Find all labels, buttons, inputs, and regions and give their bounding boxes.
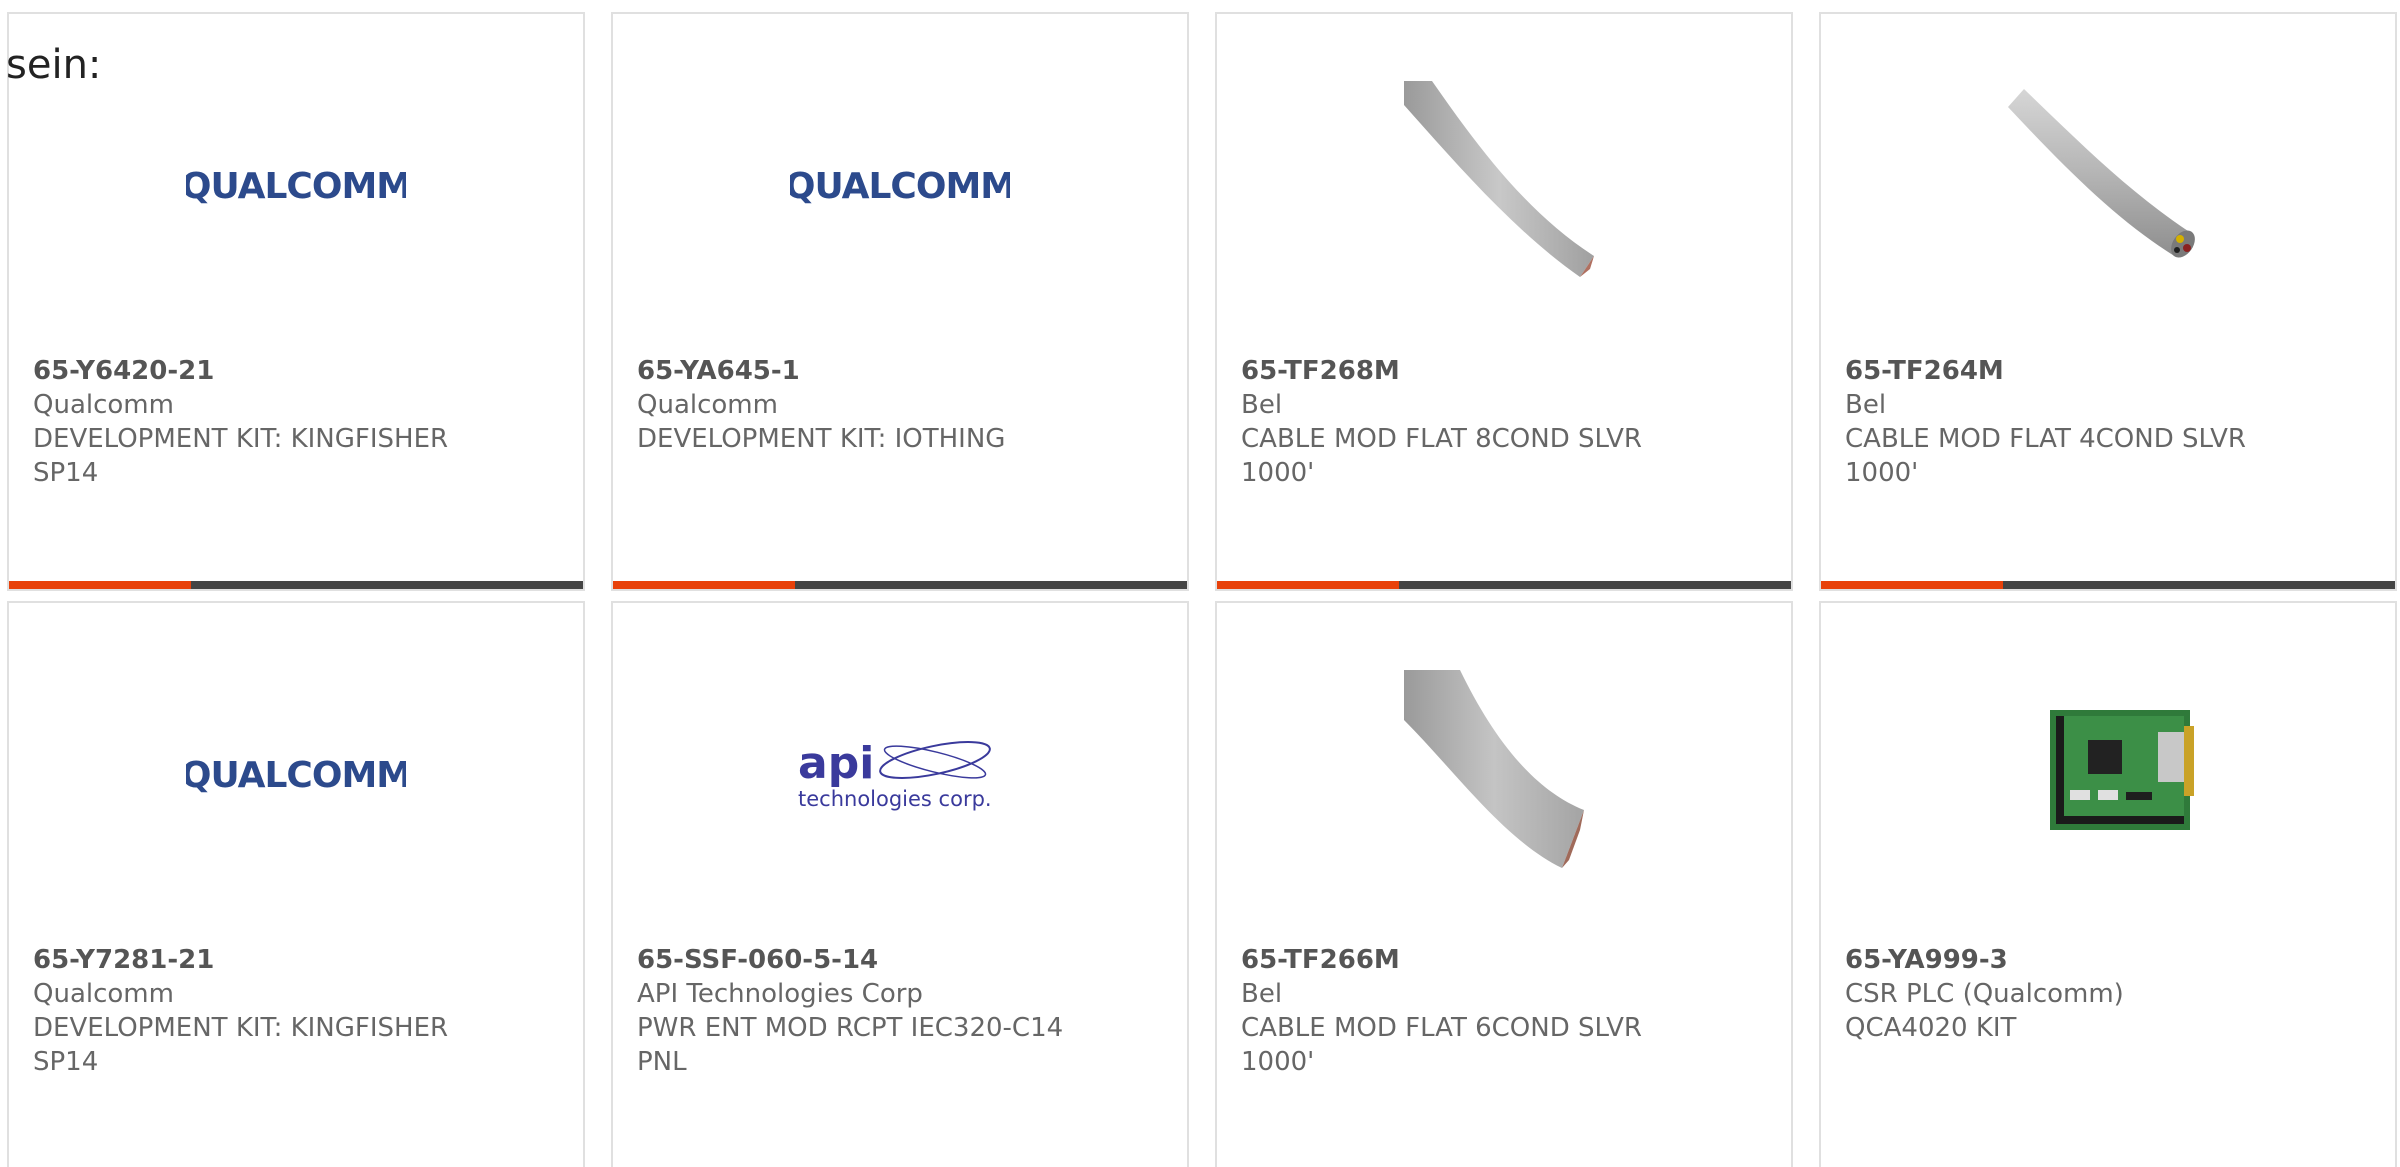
round-cable-icon [2008,89,2195,258]
product-card[interactable]: 65-TF264M Bel CABLE MOD FLAT 4COND SLVR … [1819,12,2397,591]
product-thumbnail[interactable]: QUALCOMM [9,667,583,883]
description: DEVELOPMENT KIT: KINGFISHER SP14 [33,1013,449,1077]
part-number[interactable]: 65-TF264M [1845,354,2371,388]
part-number[interactable]: 65-Y6420-21 [33,354,559,388]
description: CABLE MOD FLAT 6COND SLVR 1000' [1241,1013,1642,1077]
description: DEVELOPMENT KIT: IOTHING [637,424,1006,454]
svg-text:technologies corp.: technologies corp. [798,787,992,811]
manufacturer: Qualcomm [33,979,174,1009]
product-grid-page: sein: QUALCOMM 65-Y6420-21 Qualcomm DEVE… [0,0,2400,1167]
product-card[interactable]: QUALCOMM 65-Y7281-21 Qualcomm DEVELOPMEN… [7,601,585,1167]
qualcomm-logo-icon: QUALCOMM [790,166,1010,207]
product-card[interactable]: 65-TF266M Bel CABLE MOD FLAT 6COND SLVR … [1215,601,1793,1167]
product-thumbnail[interactable]: api technologies corp. [613,667,1187,883]
card-accent-bar [613,581,795,589]
card-bottom-bar [613,581,1187,589]
description: DEVELOPMENT KIT: KINGFISHER SP14 [33,424,449,488]
qualcomm-logo-icon: QUALCOMM [186,755,406,796]
manufacturer: Bel [1241,979,1283,1009]
card-accent-bar [1217,581,1399,589]
pcb-board-icon [2050,710,2194,830]
product-info: 65-TF266M Bel CABLE MOD FLAT 6COND SLVR … [1241,943,1767,1079]
manufacturer: Qualcomm [33,390,174,420]
product-info: 65-YA999-3 CSR PLC (Qualcomm) QCA4020 KI… [1845,943,2371,1045]
part-number[interactable]: 65-YA645-1 [637,354,1163,388]
product-thumbnail[interactable] [1821,78,2395,294]
product-info: 65-SSF-060-5-14 API Technologies Corp PW… [637,943,1163,1079]
description: CABLE MOD FLAT 8COND SLVR 1000' [1241,424,1642,488]
part-number[interactable]: 65-TF268M [1241,354,1767,388]
flat-cable-icon [1404,670,1584,868]
description: CABLE MOD FLAT 4COND SLVR 1000' [1845,424,2246,488]
manufacturer: Qualcomm [637,390,778,420]
product-info: 65-TF268M Bel CABLE MOD FLAT 8COND SLVR … [1241,354,1767,490]
product-card[interactable]: 65-TF268M Bel CABLE MOD FLAT 8COND SLVR … [1215,12,1793,591]
manufacturer: Bel [1845,390,1887,420]
description: QCA4020 KIT [1845,1013,2017,1043]
card-accent-bar [9,581,191,589]
product-thumbnail[interactable]: QUALCOMM [613,78,1187,294]
product-thumbnail[interactable]: QUALCOMM [9,78,583,294]
product-info: 65-YA645-1 Qualcomm DEVELOPMENT KIT: IOT… [637,354,1163,456]
product-info: 65-TF264M Bel CABLE MOD FLAT 4COND SLVR … [1845,354,2371,490]
card-accent-bar [1821,581,2003,589]
product-thumbnail[interactable] [1217,667,1791,883]
flat-cable-icon [1404,81,1594,277]
part-number[interactable]: 65-TF266M [1241,943,1767,977]
manufacturer: Bel [1241,390,1283,420]
card-bottom-bar [1821,581,2395,589]
svg-text:QUALCOMM: QUALCOMM [186,755,406,796]
intro-text: sein: [6,42,102,88]
part-number[interactable]: 65-YA999-3 [1845,943,2371,977]
svg-text:QUALCOMM: QUALCOMM [186,166,406,207]
card-bottom-bar [9,581,583,589]
part-number[interactable]: 65-Y7281-21 [33,943,559,977]
api-logo-icon: api technologies corp. [798,738,992,811]
product-card[interactable]: QUALCOMM 65-YA645-1 Qualcomm DEVELOPMENT… [611,12,1189,591]
product-card[interactable]: QUALCOMM 65-Y6420-21 Qualcomm DEVELOPMEN… [7,12,585,591]
product-card[interactable]: 65-YA999-3 CSR PLC (Qualcomm) QCA4020 KI… [1819,601,2397,1167]
svg-text:api: api [798,738,874,789]
product-thumbnail[interactable] [1821,667,2395,883]
product-thumbnail[interactable] [1217,78,1791,294]
product-info: 65-Y7281-21 Qualcomm DEVELOPMENT KIT: KI… [33,943,559,1079]
product-info: 65-Y6420-21 Qualcomm DEVELOPMENT KIT: KI… [33,354,559,490]
qualcomm-logo-icon: QUALCOMM [186,166,406,207]
card-bottom-bar [1217,581,1791,589]
description: PWR ENT MOD RCPT IEC320-C14 PNL [637,1013,1064,1077]
manufacturer: CSR PLC (Qualcomm) [1845,979,2124,1009]
manufacturer: API Technologies Corp [637,979,923,1009]
product-card[interactable]: api technologies corp. 65-SSF-060-5-14 A… [611,601,1189,1167]
part-number[interactable]: 65-SSF-060-5-14 [637,943,1163,977]
svg-text:QUALCOMM: QUALCOMM [790,166,1010,207]
